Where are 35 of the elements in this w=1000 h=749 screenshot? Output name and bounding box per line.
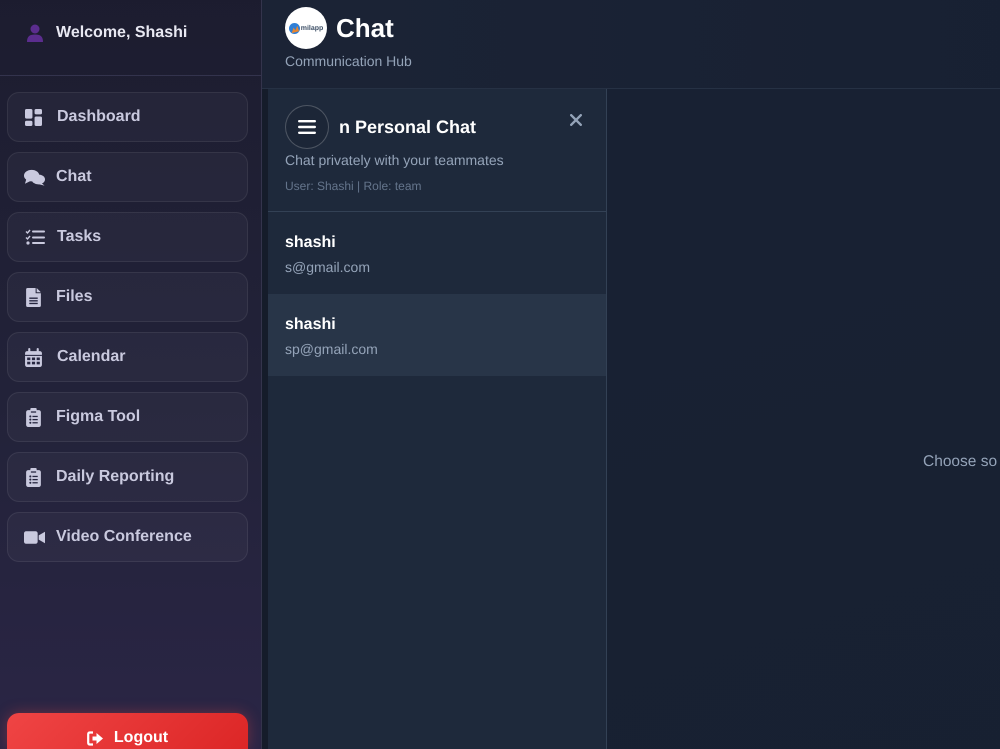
nav-item[interactable]: Figma Tool: [7, 392, 248, 442]
nav-item[interactable]: Chat: [7, 152, 248, 202]
panel-title: n Personal Chat: [339, 116, 476, 138]
clipboard-list-icon: [26, 408, 41, 426]
nav-item[interactable]: Video Conference: [7, 512, 248, 562]
contact-email: sp@gmail.com: [285, 340, 379, 359]
welcome-text: Welcome, Shashi: [56, 24, 188, 42]
nav-item[interactable]: Tasks: [7, 212, 248, 262]
user-role-text: User: Shashi | Role: team: [285, 178, 423, 194]
contact-name: shashi: [285, 233, 337, 253]
nav-item[interactable]: Files: [7, 272, 248, 322]
nav-item[interactable]: Dashboard: [7, 92, 248, 142]
user-icon: [27, 24, 43, 42]
close-icon[interactable]: [570, 114, 582, 126]
chat-bubbles-icon: [24, 168, 45, 186]
page-title: Chat: [336, 12, 394, 44]
nav-item[interactable]: Calendar: [7, 332, 248, 382]
menu-button[interactable]: [285, 105, 329, 149]
calendar-icon: [25, 348, 42, 366]
video-camera-icon: [24, 530, 45, 544]
contact-item[interactable]: shashi sp@gmail.com: [268, 294, 606, 376]
nav-item[interactable]: Daily Reporting: [7, 452, 248, 502]
logout-icon: [86, 730, 104, 746]
dashboard-icon: [25, 108, 42, 126]
logout-button[interactable]: Logout: [7, 713, 248, 749]
panel-subtitle: Chat privately with your teammates: [285, 151, 505, 170]
empty-state-text: Choose so: [923, 452, 998, 472]
checklist-icon: [25, 229, 45, 245]
page-subtitle: Communication Hub: [285, 52, 413, 70]
contact-name: shashi: [285, 315, 337, 335]
menu-icon: [298, 120, 316, 134]
file-icon: [26, 288, 41, 306]
clipboard-list-icon: [26, 468, 41, 486]
contact-email: s@gmail.com: [285, 258, 372, 277]
logo-mark-icon: [288, 22, 300, 34]
